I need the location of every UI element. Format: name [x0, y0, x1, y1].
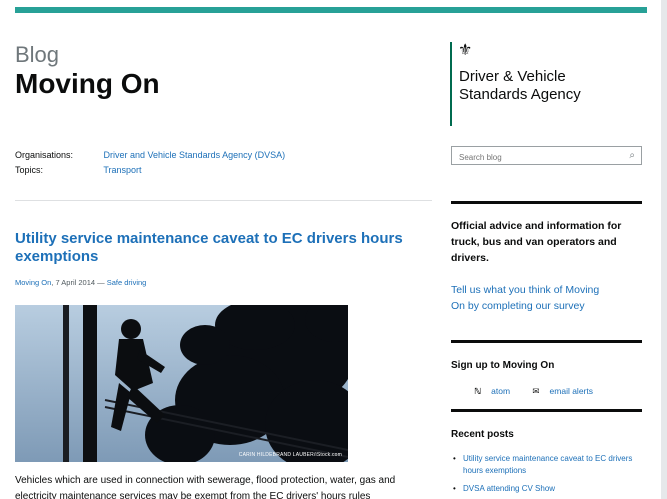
sidebar-rule — [451, 201, 642, 204]
post-category-link[interactable]: Safe driving — [107, 278, 147, 287]
sidebar-rule — [451, 340, 642, 343]
signup-title: Sign up to Moving On — [451, 360, 555, 371]
recent-posts-title: Recent posts — [451, 429, 514, 440]
organisations-row: Organisations: Driver and Vehicle Standa… — [15, 150, 285, 160]
organisation-link[interactable]: Driver and Vehicle Standards Agency (DVS… — [104, 150, 286, 160]
post-body: Vehicles which are used in connection wi… — [15, 475, 396, 499]
organisations-label: Organisations: — [15, 150, 74, 160]
topic-link[interactable]: Transport — [103, 165, 141, 175]
advice-text: Official advice and information for truc… — [451, 220, 622, 264]
atom-feed-link[interactable]: ℕatom — [474, 386, 520, 396]
search-box: ⌕ — [451, 146, 642, 166]
atom-feed-label: atom — [491, 386, 511, 396]
post-title-link[interactable]: Utility service maintenance caveat to EC… — [15, 230, 435, 266]
top-color-bar — [15, 7, 647, 13]
scrollbar-track[interactable] — [661, 0, 667, 499]
search-icon[interactable]: ⌕ — [629, 150, 635, 161]
page-title: Moving On — [15, 68, 160, 99]
recent-post-link[interactable]: DVSA attending CV Show — [451, 483, 646, 495]
royal-crest-icon: ⚜ — [458, 42, 473, 59]
worker-on-pole-silhouette — [15, 305, 348, 462]
post-date: , 7 April 2014 — — [51, 278, 107, 287]
logo-bar — [450, 42, 452, 126]
sidebar-rule — [451, 409, 642, 412]
post-meta: Moving On, 7 April 2014 — Safe driving — [15, 278, 146, 287]
feed-links: ℕatom ✉ email alerts — [474, 386, 613, 397]
survey-link[interactable]: Tell us what you think of Moving On by c… — [451, 282, 611, 314]
logo-text: Driver & Vehicle Standards Agency — [459, 68, 581, 103]
email-alerts-link[interactable]: ✉ email alerts — [532, 386, 603, 396]
post-photo: CARIN HILDEBRAND LAUBER/iStock.com — [15, 305, 348, 462]
recent-post-link[interactable]: Utility service maintenance caveat to EC… — [451, 453, 646, 477]
content-divider — [15, 200, 432, 201]
envelope-icon: ✉ — [532, 386, 540, 396]
post-blog-link[interactable]: Moving On — [15, 278, 51, 287]
topics-label: Topics: — [15, 165, 44, 175]
recent-posts-list: Utility service maintenance caveat to EC… — [451, 453, 646, 499]
email-alerts-label: email alerts — [549, 386, 593, 396]
photo-credit: CARIN HILDEBRAND LAUBER/iStock.com — [238, 452, 342, 458]
rss-icon: ℕ — [474, 386, 482, 396]
search-input[interactable] — [452, 149, 617, 166]
topics-row: Topics: Transport — [15, 165, 142, 175]
blog-label: Blog — [15, 42, 60, 67]
